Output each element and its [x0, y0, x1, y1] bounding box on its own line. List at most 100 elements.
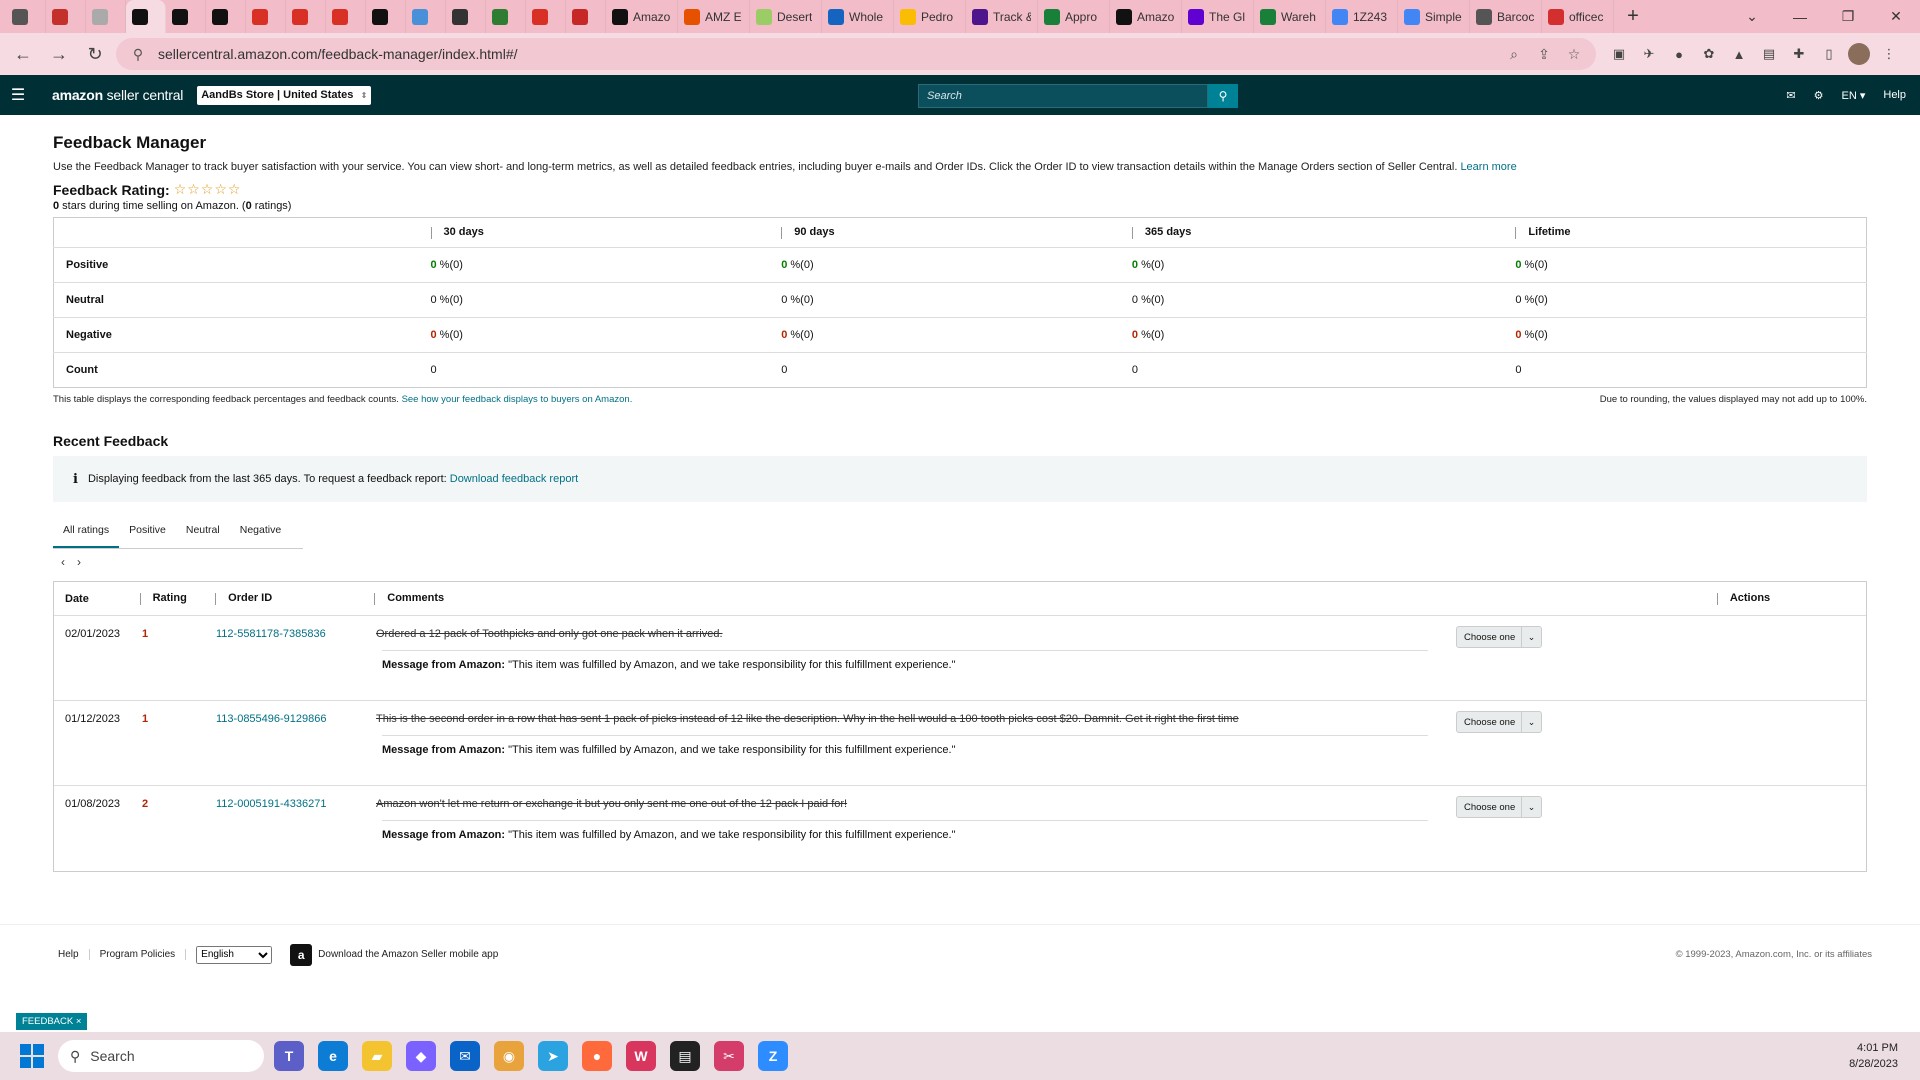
see-feedback-display-link[interactable]: See how your feedback displays to buyers… — [402, 394, 633, 405]
firefox-icon[interactable]: ● — [582, 1041, 612, 1071]
browser-tab[interactable] — [46, 0, 86, 33]
edge-icon[interactable]: e — [318, 1041, 348, 1071]
browser-tab[interactable] — [286, 0, 326, 33]
tab-all-ratings[interactable]: All ratings — [53, 516, 120, 548]
seller-central-logo[interactable]: amazon seller central — [52, 87, 183, 103]
taskbar-search[interactable]: ⚲ Search — [58, 1040, 264, 1072]
browser-tab[interactable]: The Gl — [1182, 0, 1254, 33]
browser-tab[interactable] — [366, 0, 406, 33]
actions-dropdown[interactable]: Choose one ⌄ — [1456, 711, 1542, 733]
zoom-icon[interactable]: Z — [758, 1041, 788, 1071]
browser-tab[interactable] — [326, 0, 366, 33]
extension-icon[interactable]: ✿ — [1698, 43, 1720, 65]
browser-tab[interactable] — [126, 0, 166, 33]
chrome-taskbar-icon[interactable]: ◉ — [494, 1041, 524, 1071]
restore-button[interactable]: ❐ — [1824, 0, 1872, 33]
browser-tab[interactable] — [526, 0, 566, 33]
system-clock[interactable]: 4:01 PM 8/28/2023 — [1849, 1040, 1898, 1072]
mail-icon[interactable]: ✉ — [1786, 89, 1795, 102]
reload-button[interactable]: ↻ — [80, 39, 110, 69]
browser-tab[interactable] — [86, 0, 126, 33]
snipping-tool-icon[interactable]: ✂ — [714, 1041, 744, 1071]
feedback-tag-button[interactable]: FEEDBACK × — [16, 1013, 88, 1030]
hamburger-menu-icon[interactable]: ☰ — [0, 75, 36, 115]
download-feedback-report-link[interactable]: Download feedback report — [450, 473, 578, 485]
close-window-button[interactable]: ✕ — [1872, 0, 1920, 33]
site-info-icon[interactable]: ⚲ — [128, 46, 148, 63]
telegram-icon[interactable]: ➤ — [538, 1041, 568, 1071]
order-id-link[interactable]: 112-0005191-4336271 — [216, 798, 327, 810]
recent-feedback-title: Recent Feedback — [53, 433, 169, 449]
help-link[interactable]: Help — [1883, 89, 1906, 101]
browser-tab[interactable]: Barcoc — [1470, 0, 1542, 33]
sidebar-icon[interactable]: ▯ — [1818, 43, 1840, 65]
tab-title: Wareh — [1281, 9, 1316, 24]
browser-tab[interactable] — [6, 0, 46, 33]
browser-tab[interactable] — [406, 0, 446, 33]
minimize-button[interactable]: — — [1776, 0, 1824, 33]
browser-tab[interactable]: Desert — [750, 0, 822, 33]
bookmark-star-icon[interactable]: ☆ — [1564, 46, 1584, 63]
extension-icon[interactable]: ● — [1668, 43, 1690, 65]
chevron-left-icon[interactable]: ‹ — [61, 555, 65, 569]
footer-language-select[interactable]: English — [196, 945, 273, 964]
share-icon[interactable]: ⇪ — [1534, 46, 1554, 63]
extension-icon[interactable]: ▤ — [1758, 43, 1780, 65]
forward-button[interactable]: → — [44, 39, 74, 69]
browser-tab[interactable]: AMZ E — [678, 0, 750, 33]
extension-icon[interactable]: ▣ — [1608, 43, 1630, 65]
browser-tab[interactable]: Whole — [822, 0, 894, 33]
chevron-right-icon[interactable]: › — [77, 555, 81, 569]
puzzle-icon[interactable]: ✚ — [1788, 43, 1810, 65]
actions-dropdown[interactable]: Choose one ⌄ — [1456, 796, 1542, 818]
actions-dropdown[interactable]: Choose one ⌄ — [1456, 626, 1542, 648]
browser-tab[interactable] — [246, 0, 286, 33]
tab-negative[interactable]: Negative — [230, 516, 291, 548]
app-icon[interactable]: W — [626, 1041, 656, 1071]
browser-tab[interactable] — [486, 0, 526, 33]
browser-tab[interactable] — [566, 0, 606, 33]
browser-tab[interactable]: Track & — [966, 0, 1038, 33]
sticky-notes-icon[interactable]: ▤ — [670, 1041, 700, 1071]
url-text[interactable]: sellercentral.amazon.com/feedback-manage… — [158, 46, 1494, 62]
language-selector[interactable]: EN ▾ — [1842, 89, 1866, 102]
app-icon[interactable]: ◆ — [406, 1041, 436, 1071]
store-selector[interactable]: AandBs Store | United States ⇕ — [197, 85, 372, 105]
browser-tab[interactable] — [446, 0, 486, 33]
menu-kebab-icon[interactable]: ⋮ — [1878, 43, 1900, 65]
footer-help-link[interactable]: Help — [48, 949, 90, 960]
browser-tab[interactable]: Pedro — [894, 0, 966, 33]
order-id-link[interactable]: 112-5581178-7385836 — [216, 628, 326, 640]
tab-neutral[interactable]: Neutral — [176, 516, 230, 548]
browser-tab[interactable]: Appro — [1038, 0, 1110, 33]
omnibox[interactable]: ⚲ sellercentral.amazon.com/feedback-mana… — [116, 38, 1596, 70]
browser-tab[interactable]: Amazo — [606, 0, 678, 33]
profile-avatar[interactable] — [1848, 43, 1870, 65]
browser-tab[interactable]: 1Z243 — [1326, 0, 1398, 33]
new-tab-button[interactable]: + — [1618, 2, 1648, 32]
file-explorer-icon[interactable]: ▰ — [362, 1041, 392, 1071]
browser-tab[interactable]: Wareh — [1254, 0, 1326, 33]
windows-start-icon[interactable] — [20, 1044, 44, 1068]
extension-icon[interactable]: ▲ — [1728, 43, 1750, 65]
back-button[interactable]: ← — [8, 39, 38, 69]
footer-program-policies-link[interactable]: Program Policies — [90, 949, 187, 960]
learn-more-link[interactable]: Learn more — [1460, 161, 1516, 173]
period-label: 90 days — [794, 226, 835, 239]
zoom-icon[interactable]: ⌕ — [1504, 46, 1524, 63]
browser-tab[interactable]: Amazo — [1110, 0, 1182, 33]
browser-tab[interactable] — [166, 0, 206, 33]
search-button[interactable]: ⚲ — [1208, 84, 1238, 108]
mobile-app-link[interactable]: a Download the Amazon Seller mobile app — [290, 943, 498, 966]
gear-icon[interactable]: ⚙ — [1814, 89, 1824, 102]
browser-tab[interactable]: Simple — [1398, 0, 1470, 33]
browser-tab[interactable]: officec — [1542, 0, 1614, 33]
search-input[interactable]: Search — [918, 84, 1208, 108]
browser-tab[interactable] — [206, 0, 246, 33]
teams-icon[interactable]: T — [274, 1041, 304, 1071]
mail-app-icon[interactable]: ✉ — [450, 1041, 480, 1071]
extension-icon[interactable]: ✈ — [1638, 43, 1660, 65]
tab-positive[interactable]: Positive — [119, 516, 176, 548]
order-id-link[interactable]: 113-0855496-9129866 — [216, 713, 327, 725]
tab-search-icon[interactable]: ⌄ — [1728, 0, 1776, 33]
